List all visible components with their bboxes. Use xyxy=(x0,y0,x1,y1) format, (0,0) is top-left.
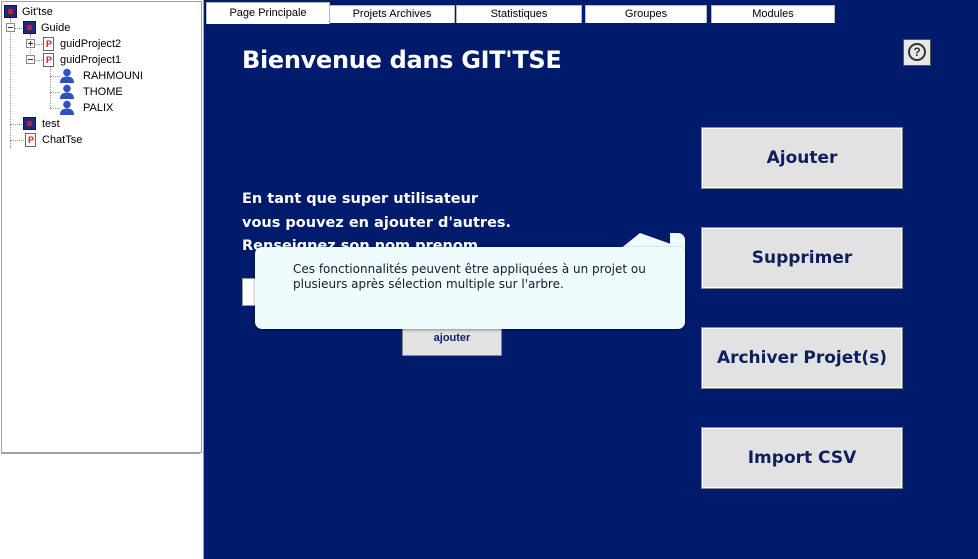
tree-node-label: THOME xyxy=(83,86,123,98)
user-icon xyxy=(60,100,74,115)
tab-bar: Page Principale Projets Archives Statist… xyxy=(204,0,978,24)
project-icon: P xyxy=(43,53,54,67)
tree-node-label: guidProject1 xyxy=(60,54,122,66)
tree-connector xyxy=(10,124,22,125)
tree-node-label: test xyxy=(42,118,60,130)
group-icon xyxy=(23,21,36,34)
tab-groupes[interactable]: Groupes xyxy=(585,5,707,23)
left-panel: Git'tse Guide P guidProject2 P guidProje… xyxy=(0,0,204,559)
tree-connector xyxy=(34,44,42,45)
tab-projets-archives[interactable]: Projets Archives xyxy=(329,5,455,23)
user-icon xyxy=(60,84,74,99)
project-tree[interactable]: Git'tse Guide P guidProject2 P guidProje… xyxy=(1,1,202,453)
intro-line: vous pouvez en ajouter d'autres. xyxy=(242,215,512,231)
collapse-toggle[interactable] xyxy=(6,23,15,32)
collapse-toggle[interactable] xyxy=(26,55,35,64)
bottom-panel xyxy=(1,453,200,558)
tab-page-principale[interactable]: Page Principale xyxy=(206,2,330,24)
tree-node-label: Guide xyxy=(41,22,71,34)
expand-toggle[interactable] xyxy=(26,39,35,48)
tab-modules[interactable]: Modules xyxy=(711,5,835,23)
chat-icon: P xyxy=(25,133,36,147)
tree-connector xyxy=(10,140,24,141)
page-title: Bienvenue dans GIT'TSE xyxy=(242,46,562,74)
help-button[interactable]: ? xyxy=(903,39,931,66)
tree-connector xyxy=(10,18,11,148)
ajouter-button[interactable]: Ajouter xyxy=(701,127,903,189)
import-csv-button[interactable]: Import CSV xyxy=(701,427,903,489)
tree-connector xyxy=(34,60,42,61)
tree-connector xyxy=(50,66,51,108)
tooltip-text: Ces fonctionnalités peuvent être appliqu… xyxy=(293,262,646,291)
supprimer-button[interactable]: Supprimer xyxy=(701,227,903,289)
user-icon xyxy=(60,68,74,83)
gittse-icon xyxy=(4,5,17,18)
tooltip: Ces fonctionnalités peuvent être appliqu… xyxy=(255,247,685,329)
help-icon: ? xyxy=(908,43,926,61)
tab-statistiques[interactable]: Statistiques xyxy=(456,5,582,23)
tree-node-label: guidProject2 xyxy=(60,38,122,50)
archiver-projets-button[interactable]: Archiver Projet(s) xyxy=(701,327,903,389)
tree-node-label: ChatTse xyxy=(42,134,83,146)
group-icon xyxy=(23,117,36,130)
tree-node-label: Git'tse xyxy=(22,6,53,18)
tree-node-label: RAHMOUNI xyxy=(83,70,143,82)
intro-line: En tant que super utilisateur xyxy=(242,191,479,207)
tree-connector xyxy=(14,28,22,29)
project-icon: P xyxy=(43,37,54,51)
tree-node-label: PALIX xyxy=(83,102,114,114)
